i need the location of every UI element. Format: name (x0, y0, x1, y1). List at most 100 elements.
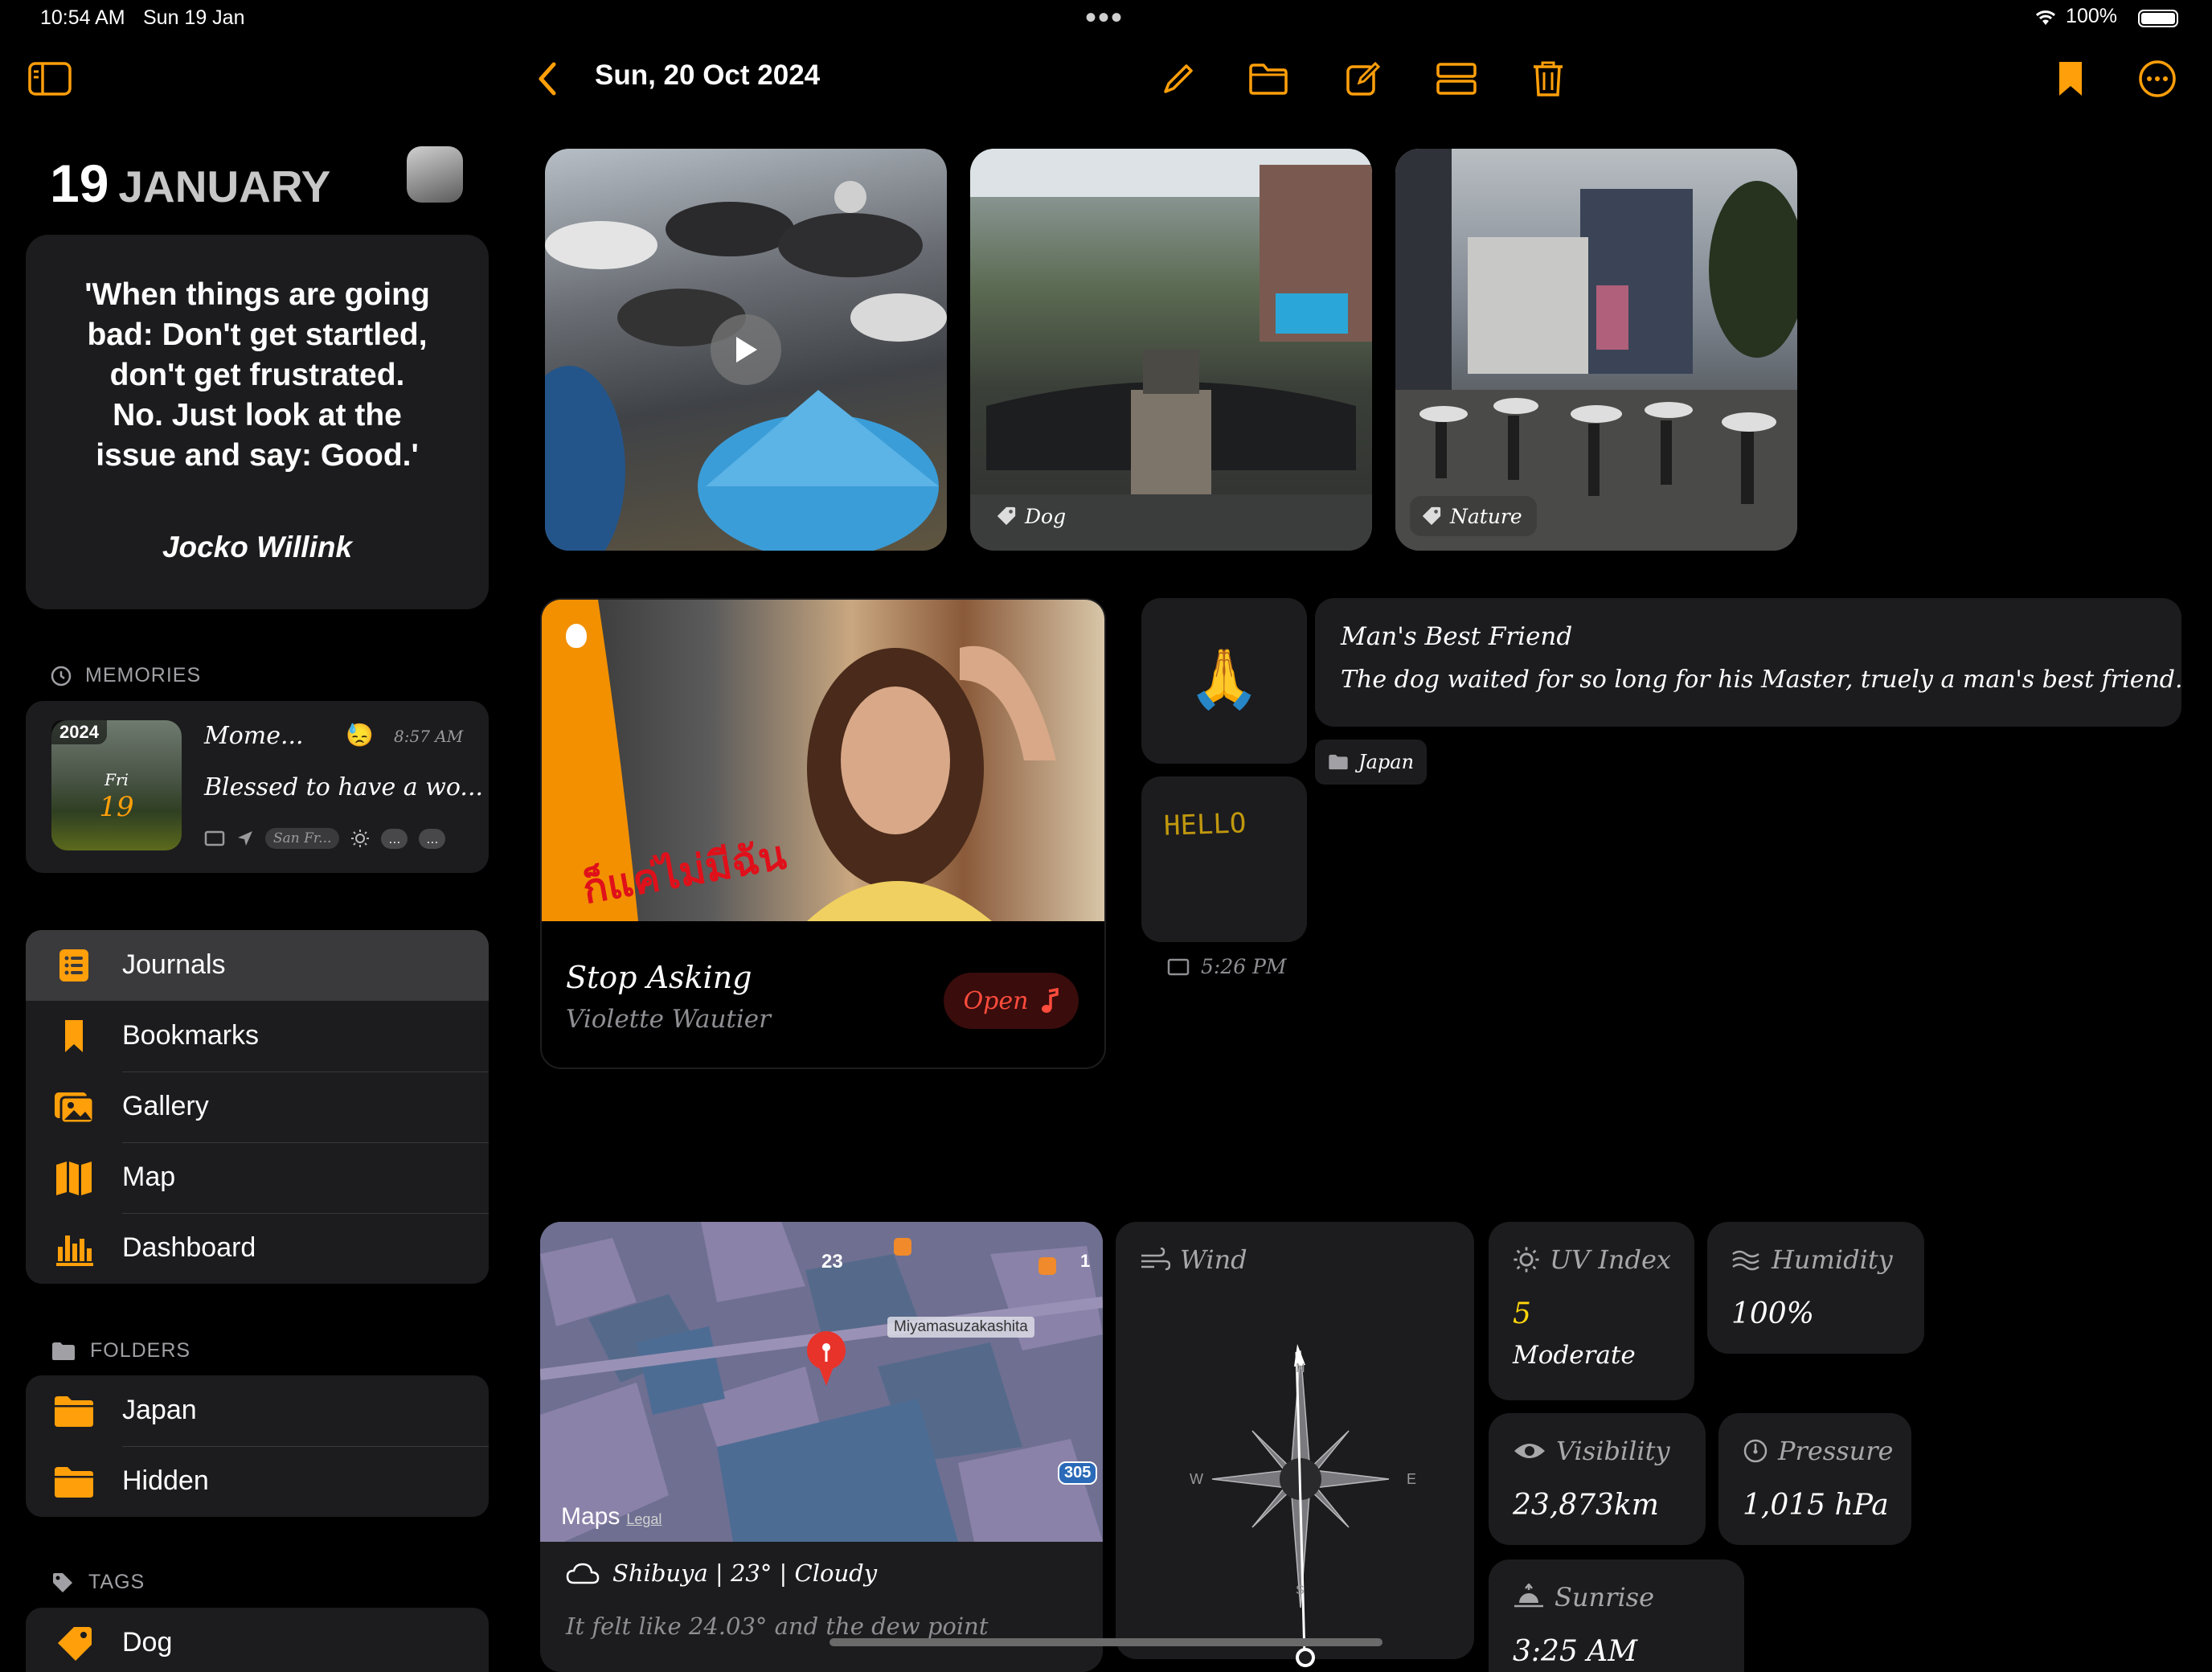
tag-icon (53, 1622, 95, 1664)
visibility-label: Visibility (1556, 1436, 1670, 1466)
app-logo-icon (407, 146, 463, 203)
praying-hands-emoji: 🙏 (1188, 647, 1260, 711)
sidebar-day: 19 (50, 154, 109, 213)
back-chevron-icon[interactable] (522, 55, 571, 103)
folder-small-icon (52, 1342, 75, 1360)
journals-icon (53, 945, 95, 986)
photo-tag-chip[interactable]: Dog (985, 496, 1081, 536)
photo-shibuya-crossing[interactable]: Nature (1395, 149, 1797, 551)
uv-index-card[interactable]: UV Index 5 Moderate (1489, 1222, 1694, 1400)
location-arrow-icon (238, 831, 252, 846)
sidebar-item-label: Journals (122, 949, 226, 980)
song-title: Stop Asking (566, 960, 752, 995)
more-ellipsis-icon[interactable] (2133, 55, 2181, 103)
sidebar-item-gallery[interactable]: Gallery (26, 1072, 489, 1142)
wind-icon (1141, 1248, 1170, 1271)
note-body: The dog waited for so long for his Maste… (1341, 666, 2181, 694)
memory-card[interactable]: 2024 Fri 19 Mome... 😓 8:57 AM Blessed to… (26, 701, 489, 873)
bookmark-icon (53, 1015, 95, 1057)
uv-description: Moderate (1513, 1341, 1636, 1370)
quote-text: 'When things are going bad: Don't get st… (84, 277, 430, 473)
play-button-icon[interactable] (711, 314, 781, 385)
music-note-icon (1042, 988, 1059, 1013)
map-location-line: Shibuya | 23° | Cloudy (612, 1559, 878, 1587)
sidebar-folder-hidden[interactable]: Hidden (26, 1446, 489, 1517)
sketch-time: 5:26 PM (1201, 955, 1287, 978)
list-layout-icon[interactable] (1432, 55, 1481, 103)
pressure-label: Pressure (1778, 1436, 1894, 1466)
photo-tag-chip[interactable]: Nature (1410, 496, 1537, 536)
note-folder-label: Japan (1358, 751, 1415, 773)
gauge-icon (1743, 1439, 1768, 1463)
uv-label-row: UV Index (1513, 1244, 1671, 1275)
status-time: 10:54 AM (40, 6, 125, 29)
folder-icon[interactable] (1244, 55, 1292, 103)
humidity-card[interactable]: Humidity 100% (1707, 1222, 1924, 1354)
memory-location: San Fr... (265, 828, 340, 849)
device-icon (1167, 958, 1190, 975)
sketch-card[interactable]: HELLO (1141, 777, 1307, 942)
bookmark-fill-icon[interactable] (2046, 55, 2095, 103)
cloud-icon (566, 1563, 600, 1584)
map-card[interactable]: 23 1 Miyamasuzakashita 305 Maps Legal Sh… (540, 1222, 1103, 1672)
tags-header: TAGS (51, 1571, 145, 1594)
uv-value: 5 (1513, 1297, 1531, 1330)
sidebar-month: JANUARY (118, 162, 331, 211)
memory-weekday: Fri (104, 770, 129, 789)
album-art: ก็แค่ไม่มีฉัน (542, 600, 1104, 921)
sunrise-card[interactable]: Sunrise 3:25 AM (1489, 1559, 1744, 1672)
history-icon (51, 666, 72, 686)
compass-n: N (1296, 1362, 1305, 1375)
memory-day: 19 (99, 791, 134, 823)
sidebar-folder-japan[interactable]: Japan (26, 1375, 489, 1446)
sketch-meta: 5:26 PM (1167, 955, 1287, 978)
pressure-card[interactable]: Pressure 1,015 hPa (1718, 1413, 1911, 1545)
compose-icon[interactable] (1339, 55, 1387, 103)
sidebar-item-label: Japan (122, 1395, 197, 1425)
open-music-button[interactable]: Open (944, 973, 1079, 1029)
compass-s: S (1296, 1584, 1305, 1597)
visibility-value: 23,873km (1513, 1489, 1659, 1522)
sidebar-item-map[interactable]: Map (26, 1142, 489, 1213)
photo-video-umbrellas[interactable] (545, 149, 947, 551)
photo-hachiko-statue[interactable]: Dog (970, 149, 1372, 551)
photo-tag-label: Nature (1450, 504, 1522, 528)
humidity-icon (1732, 1250, 1759, 1271)
memories-header: MEMORIES (50, 664, 201, 687)
wifi-icon (2036, 10, 2056, 25)
home-indicator[interactable] (830, 1638, 1382, 1646)
emoji-card[interactable]: 🙏 (1141, 598, 1307, 764)
music-card[interactable]: ก็แค่ไม่มีฉัน Stop Asking Violette Wauti… (540, 598, 1106, 1069)
compass-e: E (1407, 1471, 1417, 1487)
maps-legal-link[interactable]: Legal (626, 1511, 662, 1528)
open-button-label: Open (963, 986, 1029, 1015)
maps-logo: Maps Legal (561, 1503, 662, 1531)
sidebar-item-label: Dog (122, 1627, 173, 1658)
memory-time: 8:57 AM (394, 727, 464, 746)
uv-label: UV Index (1550, 1244, 1671, 1275)
sidebar-tag-dog[interactable]: Dog (26, 1608, 489, 1672)
photo-tag-label: Dog (1025, 504, 1067, 528)
wind-card[interactable]: Wind N S W E (1116, 1222, 1474, 1667)
note-card[interactable]: Man's Best Friend The dog waited for so … (1315, 598, 2181, 727)
sidebar-item-journals[interactable]: Journals (26, 930, 489, 1001)
sidebar-item-label: Bookmarks (122, 1020, 260, 1051)
map-view[interactable]: 23 1 Miyamasuzakashita 305 Maps Legal (540, 1222, 1103, 1542)
pencil-icon[interactable] (1154, 55, 1202, 103)
memory-year: 2024 (51, 720, 107, 744)
battery-percent: 100% (2066, 5, 2117, 27)
map-pin-icon[interactable] (802, 1330, 850, 1391)
folder-icon (53, 1461, 95, 1502)
trash-icon[interactable] (1524, 55, 1572, 103)
sidebar-item-dashboard[interactable]: Dashboard (26, 1213, 489, 1284)
apple-music-logo-icon (566, 624, 587, 648)
multitasking-dots-icon[interactable]: ••• (1085, 0, 1124, 36)
entry-date[interactable]: Sun, 20 Oct 2024 (595, 59, 820, 92)
sunrise-label: Sunrise (1555, 1582, 1655, 1613)
visibility-card[interactable]: Visibility 23,873km (1489, 1413, 1706, 1545)
sidebar-item-bookmarks[interactable]: Bookmarks (26, 1001, 489, 1072)
note-folder-chip[interactable]: Japan (1315, 740, 1428, 785)
sidebar-toggle-icon[interactable] (26, 55, 74, 103)
route-305-badge: 305 (1058, 1461, 1098, 1485)
note-title: Man's Best Friend (1341, 622, 1573, 651)
